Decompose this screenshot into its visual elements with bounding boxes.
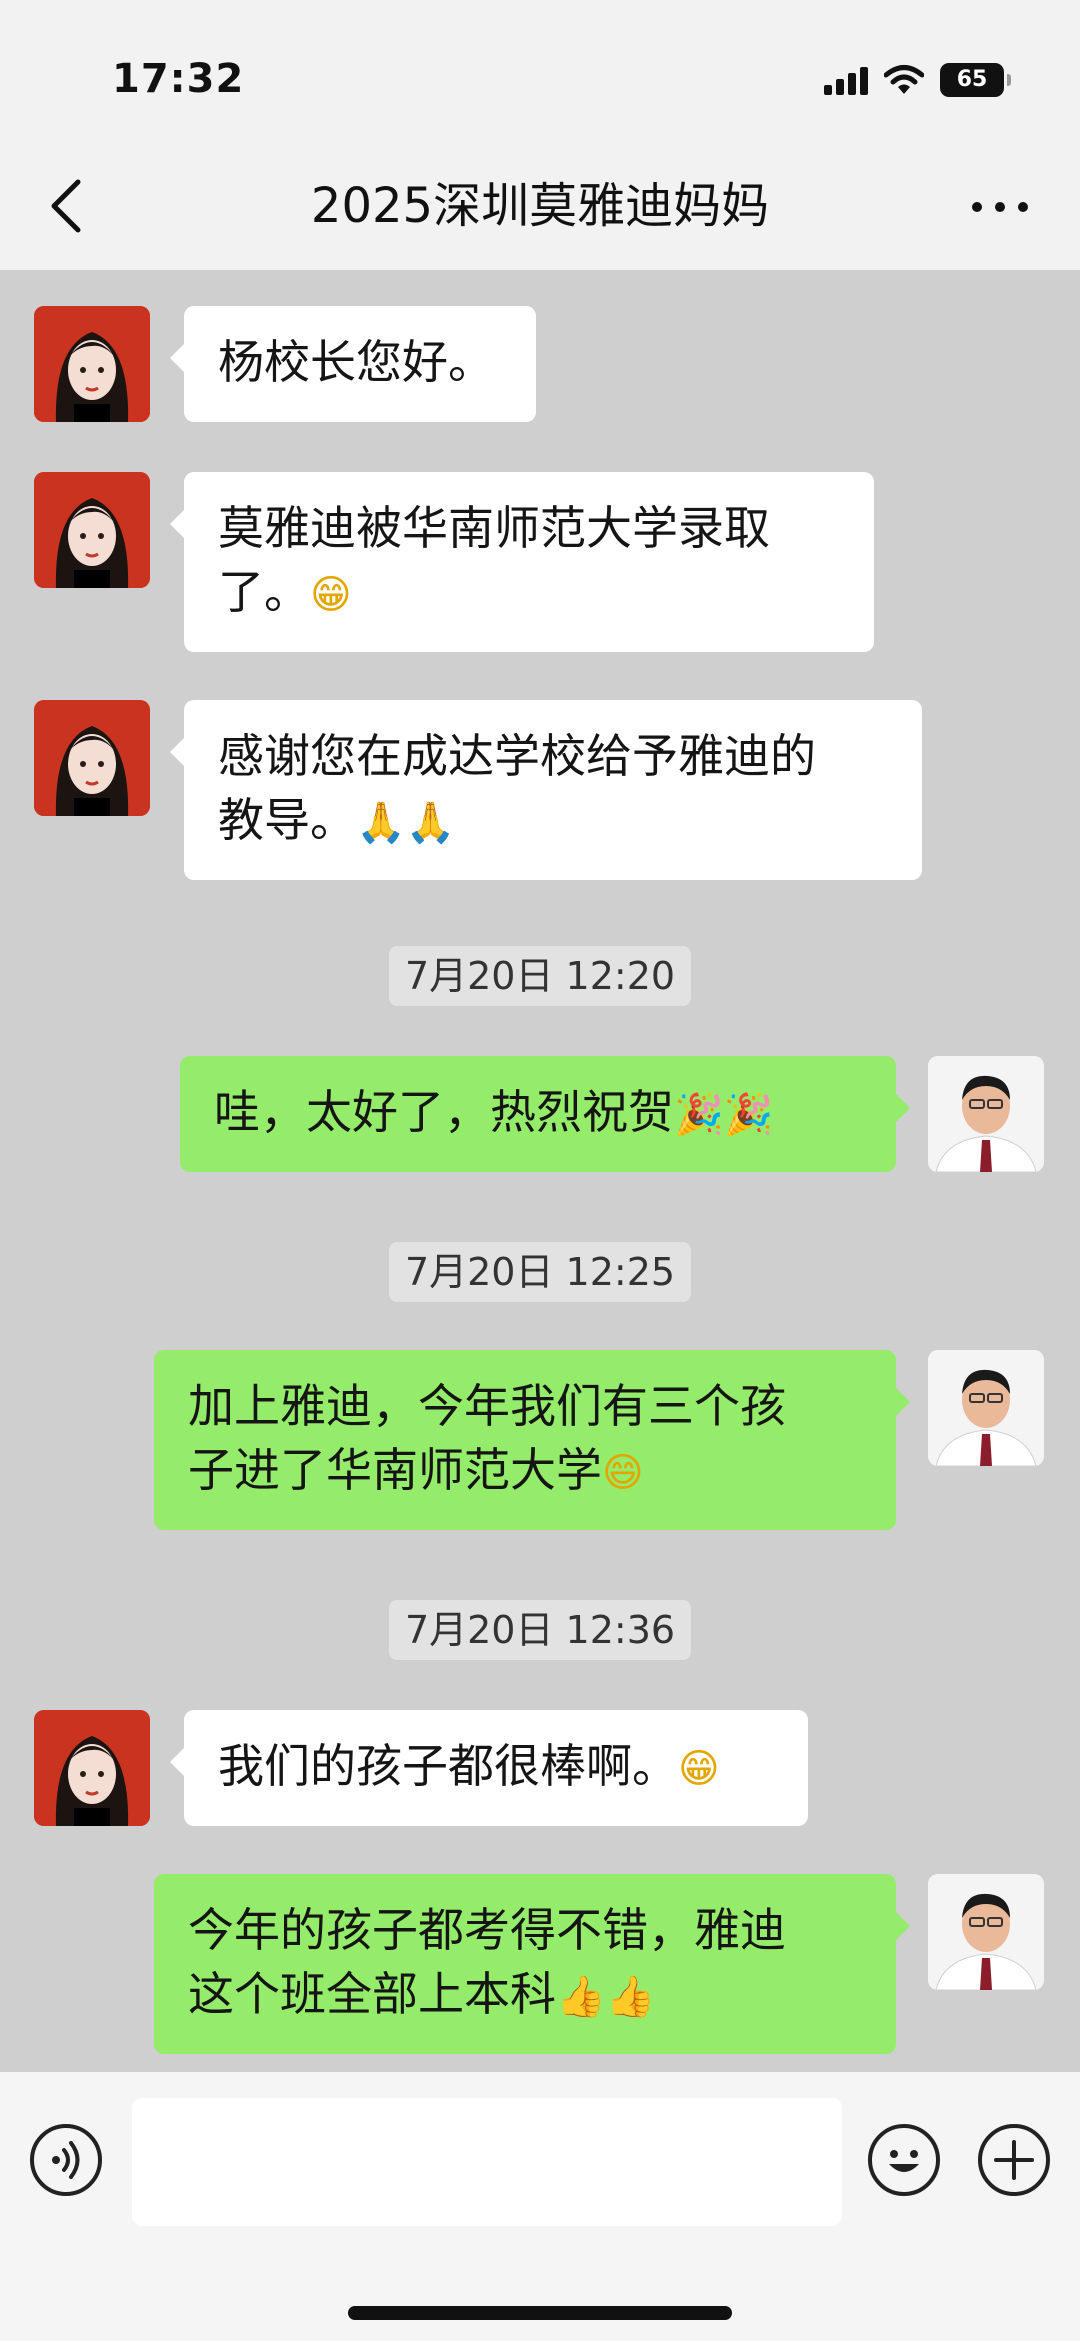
message-bubble-incoming[interactable]: 杨校长您好。: [170, 306, 536, 422]
man-portrait-avatar-icon: [928, 1350, 1044, 1466]
message-bubble-outgoing[interactable]: 加上雅迪，今年我们有三个孩 子进了华南师范大学😄: [154, 1350, 910, 1530]
chat-title: 2025深圳莫雅迪妈妈: [310, 178, 770, 234]
plus-icon: [994, 2140, 1034, 2180]
portrait-avatar-icon: [34, 472, 150, 588]
message-bubble-incoming[interactable]: 我们的孩子都很棒啊。😁: [170, 1710, 808, 1826]
voice-button[interactable]: [30, 2124, 102, 2196]
more-button[interactable]: [968, 186, 1032, 226]
avatar-contact[interactable]: [34, 1710, 150, 1826]
smiling-emoji-icon: 😄: [602, 1450, 644, 1496]
grinning-emoji-icon: 😁: [310, 572, 352, 618]
message-text: 我们的孩子都很棒啊。: [218, 1739, 678, 1793]
message-bubble-outgoing[interactable]: 今年的孩子都考得不错，雅迪 这个班全部上本科👍👍: [154, 1874, 910, 2054]
emoji-icon: [889, 2150, 919, 2172]
avatar-self[interactable]: [928, 1350, 1044, 1466]
timestamp-label: 7月20日 12:25: [388, 1242, 692, 1302]
message-text: 哇，太好了，热烈祝贺: [214, 1085, 674, 1139]
message-text-line: 教导。: [218, 793, 356, 847]
portrait-avatar-icon: [34, 1710, 150, 1826]
portrait-avatar-icon: [34, 306, 150, 422]
message-text-line: 子进了华南师范大学: [188, 1443, 602, 1497]
input-bar: [0, 2072, 1080, 2341]
message-text-line: 今年的孩子都考得不错，雅迪: [188, 1903, 786, 1957]
avatar-contact[interactable]: [34, 472, 150, 588]
message-text-line: 了。: [218, 565, 310, 619]
folded-hands-emoji-icon: 🙏🙏: [356, 800, 456, 846]
message-bubble-incoming[interactable]: 感谢您在成达学校给予雅迪的 教导。🙏🙏: [170, 700, 922, 880]
man-portrait-avatar-icon: [928, 1874, 1044, 1990]
status-icons: 65: [824, 58, 1011, 102]
wifi-icon: [884, 65, 924, 94]
message-text-line: 加上雅迪，今年我们有三个孩: [188, 1379, 786, 1433]
emoji-button[interactable]: [868, 2124, 940, 2196]
message-text-line: 这个班全部上本科: [188, 1967, 556, 2021]
message-text: 杨校长您好。: [218, 335, 494, 389]
party-popper-emoji-icon: 🎉🎉: [674, 1092, 774, 1138]
message-bubble-incoming[interactable]: 莫雅迪被华南师范大学录取 了。😁: [170, 472, 874, 652]
portrait-avatar-icon: [34, 700, 150, 816]
man-portrait-avatar-icon: [928, 1056, 1044, 1172]
chat-area[interactable]: 杨校长您好。 莫雅迪被华南师范大学录取 了。😁 感谢您在成达学校给予雅迪的 教导…: [0, 270, 1080, 2072]
grinning-emoji-icon: 😁: [678, 1746, 720, 1792]
voice-icon: [52, 2141, 80, 2179]
avatar-contact[interactable]: [34, 306, 150, 422]
avatar-contact[interactable]: [34, 700, 150, 816]
home-indicator[interactable]: [348, 2306, 732, 2320]
message-text-line: 莫雅迪被华南师范大学录取: [218, 501, 770, 555]
top-bar: 17:32 65 2025深圳莫雅迪妈妈: [0, 0, 1080, 270]
avatar-self[interactable]: [928, 1874, 1044, 1990]
avatar-self[interactable]: [928, 1056, 1044, 1172]
message-input[interactable]: [132, 2098, 842, 2226]
battery-indicator: 65: [940, 63, 1011, 97]
thumbs-up-emoji-icon: 👍👍: [556, 1974, 656, 2020]
status-time: 17:32: [112, 56, 245, 102]
timestamp-label: 7月20日 12:20: [388, 946, 692, 1006]
cellular-signal-icon: [824, 65, 868, 95]
message-text-line: 感谢您在成达学校给予雅迪的: [218, 729, 816, 783]
timestamp-label: 7月20日 12:36: [388, 1600, 692, 1660]
message-bubble-outgoing[interactable]: 哇，太好了，热烈祝贺🎉🎉: [180, 1056, 910, 1172]
more-features-button[interactable]: [978, 2124, 1050, 2196]
